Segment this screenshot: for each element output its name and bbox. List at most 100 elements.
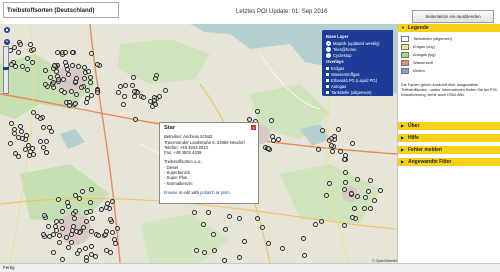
fuel-station-marker-icon[interactable] [60, 257, 65, 262]
fuel-station-marker-icon[interactable] [79, 85, 84, 90]
fuel-station-marker-icon[interactable] [95, 90, 100, 95]
fuel-station-marker-icon[interactable] [93, 254, 98, 259]
fuel-station-marker-icon[interactable] [88, 209, 93, 214]
fuel-station-marker-icon[interactable] [355, 177, 360, 182]
fuel-station-marker-icon[interactable] [110, 199, 115, 204]
fuel-station-marker-icon[interactable] [368, 206, 373, 211]
fuel-station-marker-icon[interactable] [330, 149, 335, 154]
fuel-station-marker-icon[interactable] [148, 99, 153, 104]
fuel-station-marker-icon[interactable] [9, 121, 14, 126]
fuel-station-marker-icon[interactable] [255, 109, 260, 114]
section-angewandte-filter[interactable]: ▶ Angewandte Filter [398, 158, 500, 166]
fuel-station-marker-icon[interactable] [82, 65, 87, 70]
fuel-station-marker-icon[interactable] [73, 209, 78, 214]
potlatch-link[interactable]: potlatch [200, 190, 215, 195]
fuel-station-marker-icon[interactable] [329, 143, 334, 148]
fuel-station-marker-icon[interactable] [57, 240, 62, 245]
fuel-station-marker-icon[interactable] [313, 222, 318, 227]
fuel-station-marker-icon[interactable] [350, 141, 355, 146]
fuel-station-marker-icon[interactable] [316, 147, 321, 152]
zoom-slider[interactable] [3, 46, 9, 94]
fuel-station-marker-icon[interactable] [54, 69, 59, 74]
fuel-station-marker-icon[interactable] [80, 189, 85, 194]
fuel-station-marker-icon[interactable] [363, 195, 368, 200]
fuel-station-marker-icon[interactable] [89, 93, 94, 98]
fuel-station-marker-icon[interactable] [66, 204, 71, 209]
fuel-station-marker-icon[interactable] [242, 239, 247, 244]
fuel-station-marker-icon[interactable] [104, 248, 109, 253]
fuel-station-marker-icon[interactable] [63, 50, 68, 55]
fuel-station-marker-icon[interactable] [77, 196, 82, 201]
fuel-station-marker-icon[interactable] [30, 60, 35, 65]
fuel-station-marker-icon[interactable] [31, 110, 36, 115]
fuel-station-marker-icon[interactable] [64, 235, 69, 240]
fuel-station-marker-icon[interactable] [206, 210, 211, 215]
fuel-station-marker-icon[interactable] [118, 84, 123, 89]
fuel-station-marker-icon[interactable] [23, 147, 28, 152]
fuel-station-marker-icon[interactable] [116, 90, 121, 95]
fuel-station-marker-icon[interactable] [41, 232, 46, 237]
fuel-station-marker-icon[interactable] [38, 139, 43, 144]
section-fehler-melden[interactable]: ▶ Fehler melden [398, 146, 500, 154]
fuel-station-marker-icon[interactable] [343, 180, 348, 185]
fuel-station-marker-icon[interactable] [343, 170, 348, 175]
close-icon[interactable]: x [251, 125, 256, 130]
fuel-station-marker-icon[interactable] [51, 250, 56, 255]
fuel-station-marker-icon[interactable] [44, 150, 49, 155]
fuel-station-marker-icon[interactable] [110, 230, 115, 235]
fuel-station-marker-icon[interactable] [133, 117, 138, 122]
fuel-station-marker-icon[interactable] [237, 255, 242, 260]
fuel-station-marker-icon[interactable] [153, 76, 158, 81]
fuel-station-marker-icon[interactable] [327, 181, 332, 186]
fuel-station-marker-icon[interactable] [112, 237, 117, 242]
fuel-station-marker-icon[interactable] [61, 77, 66, 82]
layer-switcher[interactable]: Base Layer Mapnik (updated weekly) Tiles… [322, 30, 393, 96]
fuel-station-marker-icon[interactable] [324, 193, 329, 198]
browse-link[interactable]: browse [164, 190, 178, 195]
section-hilfe[interactable]: ▶ Hilfe [398, 134, 500, 142]
fuel-station-marker-icon[interactable] [70, 50, 75, 55]
fuel-station-marker-icon[interactable] [62, 90, 67, 95]
fuel-station-marker-icon[interactable] [115, 226, 120, 231]
fuel-station-marker-icon[interactable] [16, 50, 21, 55]
fuel-station-marker-icon[interactable] [194, 248, 199, 253]
fuel-station-marker-icon[interactable] [320, 128, 325, 133]
fuel-station-marker-icon[interactable] [202, 250, 207, 255]
zoom-in-icon[interactable]: + [4, 39, 10, 45]
overlay-tankstelle[interactable]: Tankstelle (allgemein) [326, 89, 389, 95]
pan-up-icon[interactable]: ▲ [4, 27, 10, 33]
fuel-station-marker-icon[interactable] [141, 95, 146, 100]
fuel-station-marker-icon[interactable] [31, 47, 36, 52]
fuel-station-marker-icon[interactable] [77, 248, 82, 253]
fuel-station-marker-icon[interactable] [74, 229, 79, 234]
fuel-station-marker-icon[interactable] [266, 146, 271, 151]
fuel-station-marker-icon[interactable] [131, 75, 136, 80]
fuel-station-marker-icon[interactable] [70, 63, 75, 68]
base-layer-mapnik[interactable]: Mapnik (updated weekly) [326, 40, 389, 46]
fuel-station-marker-icon[interactable] [84, 255, 89, 260]
fuel-station-marker-icon[interactable] [122, 94, 127, 99]
fuel-station-marker-icon[interactable] [82, 76, 87, 81]
fuel-station-marker-icon[interactable] [260, 225, 265, 230]
fuel-station-marker-icon[interactable] [237, 216, 242, 221]
fuel-station-marker-icon[interactable] [227, 214, 232, 219]
base-layer-cyclemap[interactable]: CycleMap [326, 52, 389, 58]
fuel-station-marker-icon[interactable] [60, 209, 65, 214]
fuel-station-marker-icon[interactable] [362, 206, 367, 211]
fuel-station-marker-icon[interactable] [74, 92, 79, 97]
fuel-station-marker-icon[interactable] [84, 219, 89, 224]
fuel-station-marker-icon[interactable] [31, 152, 36, 157]
fuel-station-marker-icon[interactable] [90, 216, 95, 221]
fuel-station-marker-icon[interactable] [211, 232, 216, 237]
fuel-station-marker-icon[interactable] [223, 227, 228, 232]
fuel-station-marker-icon[interactable] [163, 88, 168, 93]
fuel-station-marker-icon[interactable] [41, 145, 46, 150]
fuel-station-marker-icon[interactable] [96, 233, 101, 238]
fuel-station-marker-icon[interactable] [280, 246, 285, 251]
fuel-station-marker-icon[interactable] [41, 125, 46, 130]
josm-link[interactable]: josm [221, 190, 230, 195]
fuel-station-marker-icon[interactable] [123, 83, 128, 88]
fuel-station-marker-icon[interactable] [302, 253, 307, 258]
toggle-sidebar-button[interactable]: Seitenleiste ein-/ausblenden [412, 10, 494, 23]
fuel-station-marker-icon[interactable] [74, 76, 79, 81]
